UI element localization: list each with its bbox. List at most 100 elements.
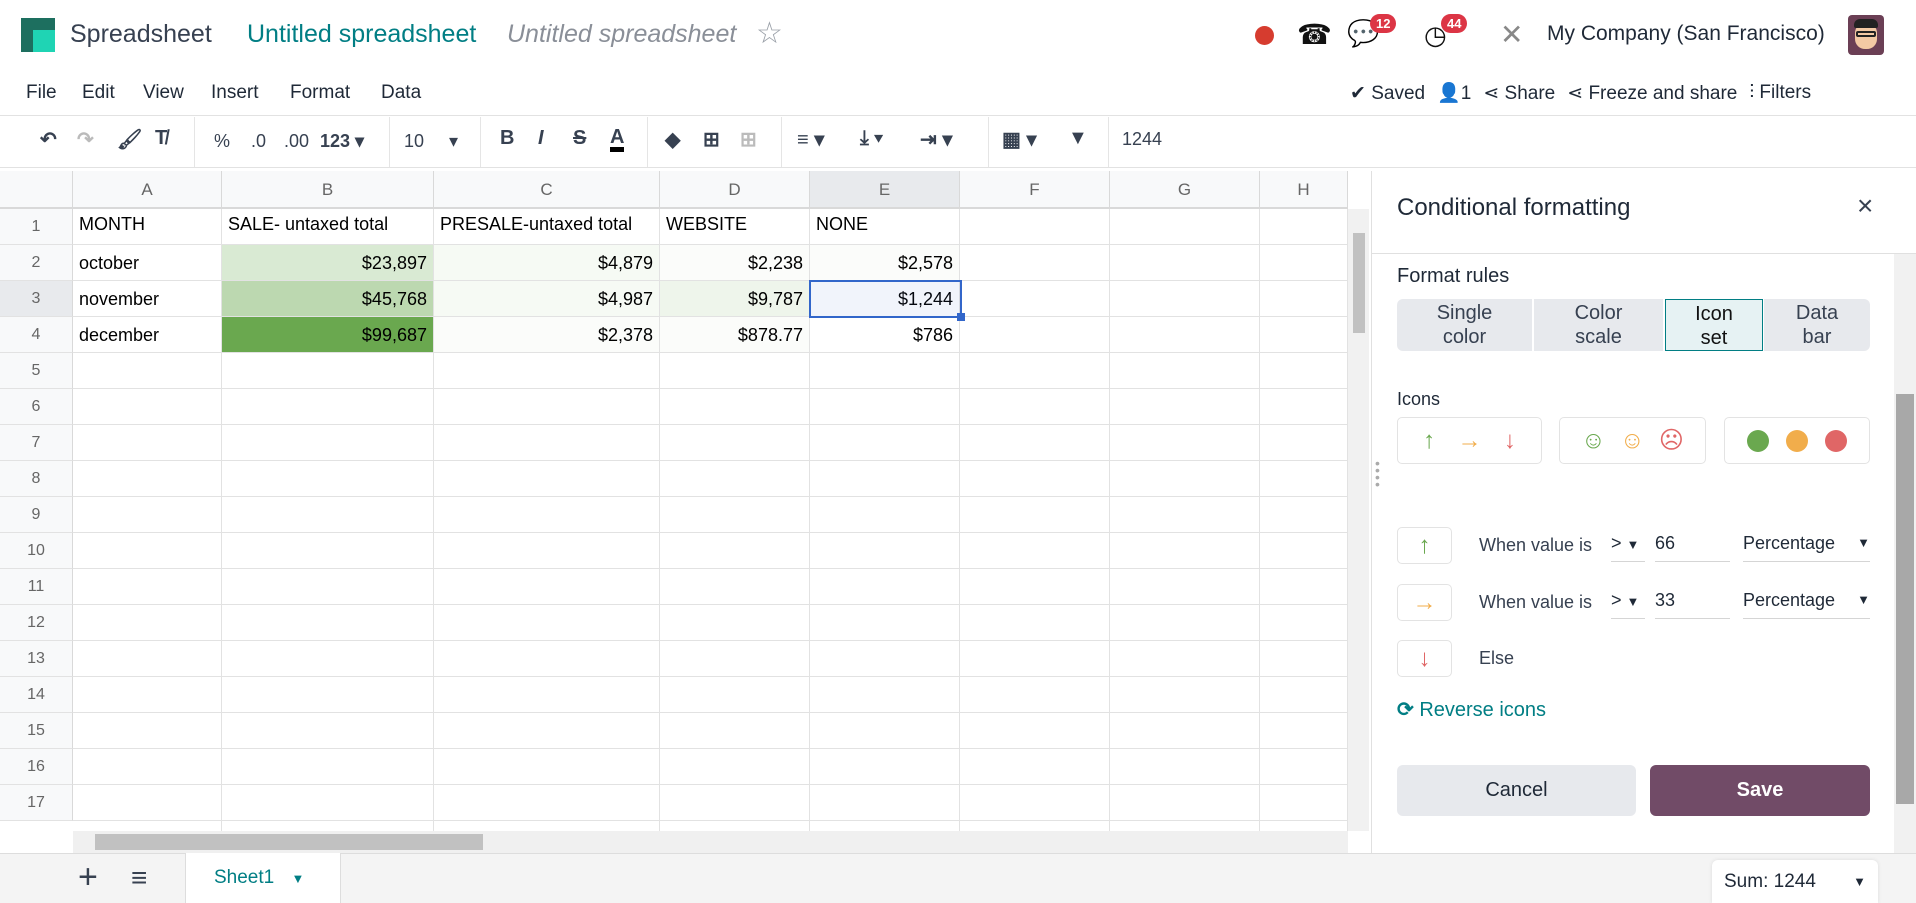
cell-A9[interactable] xyxy=(73,497,222,533)
horizontal-align-dropdown[interactable]: ≡ ▾ xyxy=(797,127,824,152)
cell-C13[interactable] xyxy=(434,641,660,677)
cell-F2[interactable] xyxy=(960,245,1110,281)
cell-G2[interactable] xyxy=(1110,245,1260,281)
cell-C14[interactable] xyxy=(434,677,660,713)
column-header-E[interactable]: E xyxy=(810,171,960,209)
row-header[interactable]: 3 xyxy=(0,281,73,317)
cell-E11[interactable] xyxy=(810,569,960,605)
cell-B16[interactable] xyxy=(222,749,434,785)
cell-C16[interactable] xyxy=(434,749,660,785)
cell-F6[interactable] xyxy=(960,389,1110,425)
select-all-corner[interactable] xyxy=(0,171,73,209)
cell-G10[interactable] xyxy=(1110,533,1260,569)
cell-H17[interactable] xyxy=(1260,785,1348,821)
freeze-and-share-button[interactable]: ⋖ Freeze and share xyxy=(1567,82,1737,105)
cell-D17[interactable] xyxy=(660,785,810,821)
cell-E18[interactable] xyxy=(810,821,960,831)
app-logo[interactable] xyxy=(21,18,55,52)
cell-F5[interactable] xyxy=(960,353,1110,389)
cell-H10[interactable] xyxy=(1260,533,1348,569)
menu-edit[interactable]: Edit xyxy=(82,82,115,104)
cell-F18[interactable] xyxy=(960,821,1110,831)
spreadsheet-grid[interactable]: A B C D E F G H 1 MONTH SALE- untaxed total PRESALE… xyxy=(0,171,1348,831)
cell-A15[interactable] xyxy=(73,713,222,749)
cell-G14[interactable] xyxy=(1110,677,1260,713)
cell-E17[interactable] xyxy=(810,785,960,821)
cell-C18[interactable] xyxy=(434,821,660,831)
cell-C9[interactable] xyxy=(434,497,660,533)
menu-view[interactable]: View xyxy=(143,82,184,104)
cell-D16[interactable] xyxy=(660,749,810,785)
cell-D12[interactable] xyxy=(660,605,810,641)
cell-C8[interactable] xyxy=(434,461,660,497)
cell-D3[interactable]: $9,787 xyxy=(660,281,810,317)
row-header[interactable]: 1 xyxy=(0,209,73,245)
fill-color-icon[interactable]: ◆ xyxy=(665,127,680,152)
cell-E10[interactable] xyxy=(810,533,960,569)
cell-F3[interactable] xyxy=(960,281,1110,317)
cell-E9[interactable] xyxy=(810,497,960,533)
conditional-format-dropdown[interactable]: ▦ ▾ xyxy=(1002,127,1037,152)
cell-G7[interactable] xyxy=(1110,425,1260,461)
menu-data[interactable]: Data xyxy=(381,82,421,104)
document-name-input[interactable]: Untitled spreadsheet xyxy=(507,20,736,49)
tab-data-bar[interactable]: Data bar xyxy=(1764,299,1870,351)
row-header[interactable]: 5 xyxy=(0,353,73,389)
cell-D10[interactable] xyxy=(660,533,810,569)
cell-E2[interactable]: $2,578 xyxy=(810,245,960,281)
cell-B8[interactable] xyxy=(222,461,434,497)
cell-D18[interactable] xyxy=(660,821,810,831)
cell-D5[interactable] xyxy=(660,353,810,389)
cell-C7[interactable] xyxy=(434,425,660,461)
row-header[interactable]: 8 xyxy=(0,461,73,497)
save-button[interactable]: Save xyxy=(1650,765,1870,816)
vertical-align-dropdown[interactable]: ⤓ ▾ xyxy=(860,127,883,150)
rule-2-type-select[interactable]: Percentage ▼ xyxy=(1743,585,1870,619)
cell-E8[interactable] xyxy=(810,461,960,497)
rule-1-operator-select[interactable]: > ▼ xyxy=(1611,528,1645,562)
cell-D7[interactable] xyxy=(660,425,810,461)
cell-B10[interactable] xyxy=(222,533,434,569)
rule-1-type-select[interactable]: Percentage ▼ xyxy=(1743,528,1870,562)
menu-file[interactable]: File xyxy=(26,82,57,104)
cell-A2[interactable]: october xyxy=(73,245,222,281)
cell-E6[interactable] xyxy=(810,389,960,425)
panel-scrollbar[interactable] xyxy=(1894,254,1916,853)
icon-set-arrows[interactable]: ↑ → ↓ xyxy=(1397,417,1542,464)
cell-D11[interactable] xyxy=(660,569,810,605)
cell-F16[interactable] xyxy=(960,749,1110,785)
cell-G3[interactable] xyxy=(1110,281,1260,317)
cell-A5[interactable] xyxy=(73,353,222,389)
row-header[interactable]: 6 xyxy=(0,389,73,425)
number-format-dropdown[interactable]: 123 ▾ xyxy=(320,131,364,152)
cell-A1[interactable]: MONTH xyxy=(73,209,222,245)
column-header-G[interactable]: G xyxy=(1110,171,1260,209)
filters-button[interactable]: ⫶ Filters xyxy=(1749,82,1811,104)
row-header[interactable]: 13 xyxy=(0,641,73,677)
add-sheet-icon[interactable]: + xyxy=(78,858,98,897)
cell-H2[interactable] xyxy=(1260,245,1348,281)
cell-G15[interactable] xyxy=(1110,713,1260,749)
cell-B14[interactable] xyxy=(222,677,434,713)
column-header-A[interactable]: A xyxy=(73,171,222,209)
cell-F13[interactable] xyxy=(960,641,1110,677)
cell-H14[interactable] xyxy=(1260,677,1348,713)
cell-B2[interactable]: $23,897 xyxy=(222,245,434,281)
cell-B13[interactable] xyxy=(222,641,434,677)
cell-F14[interactable] xyxy=(960,677,1110,713)
cell-D8[interactable] xyxy=(660,461,810,497)
sheet-list-icon[interactable]: ≡ xyxy=(131,862,147,894)
cell-G6[interactable] xyxy=(1110,389,1260,425)
cell-G4[interactable] xyxy=(1110,317,1260,353)
cell-B11[interactable] xyxy=(222,569,434,605)
rule-2-icon-arrow-right[interactable]: → xyxy=(1397,584,1452,621)
cell-H3[interactable] xyxy=(1260,281,1348,317)
cell-F8[interactable] xyxy=(960,461,1110,497)
resize-handle-icon[interactable]: • • • • xyxy=(1375,456,1380,491)
cell-G13[interactable] xyxy=(1110,641,1260,677)
row-header[interactable]: 17 xyxy=(0,785,73,821)
cell-H9[interactable] xyxy=(1260,497,1348,533)
cell-C6[interactable] xyxy=(434,389,660,425)
undo-icon[interactable]: ↶ xyxy=(40,127,57,152)
cell-E1[interactable]: NONE xyxy=(810,209,960,245)
